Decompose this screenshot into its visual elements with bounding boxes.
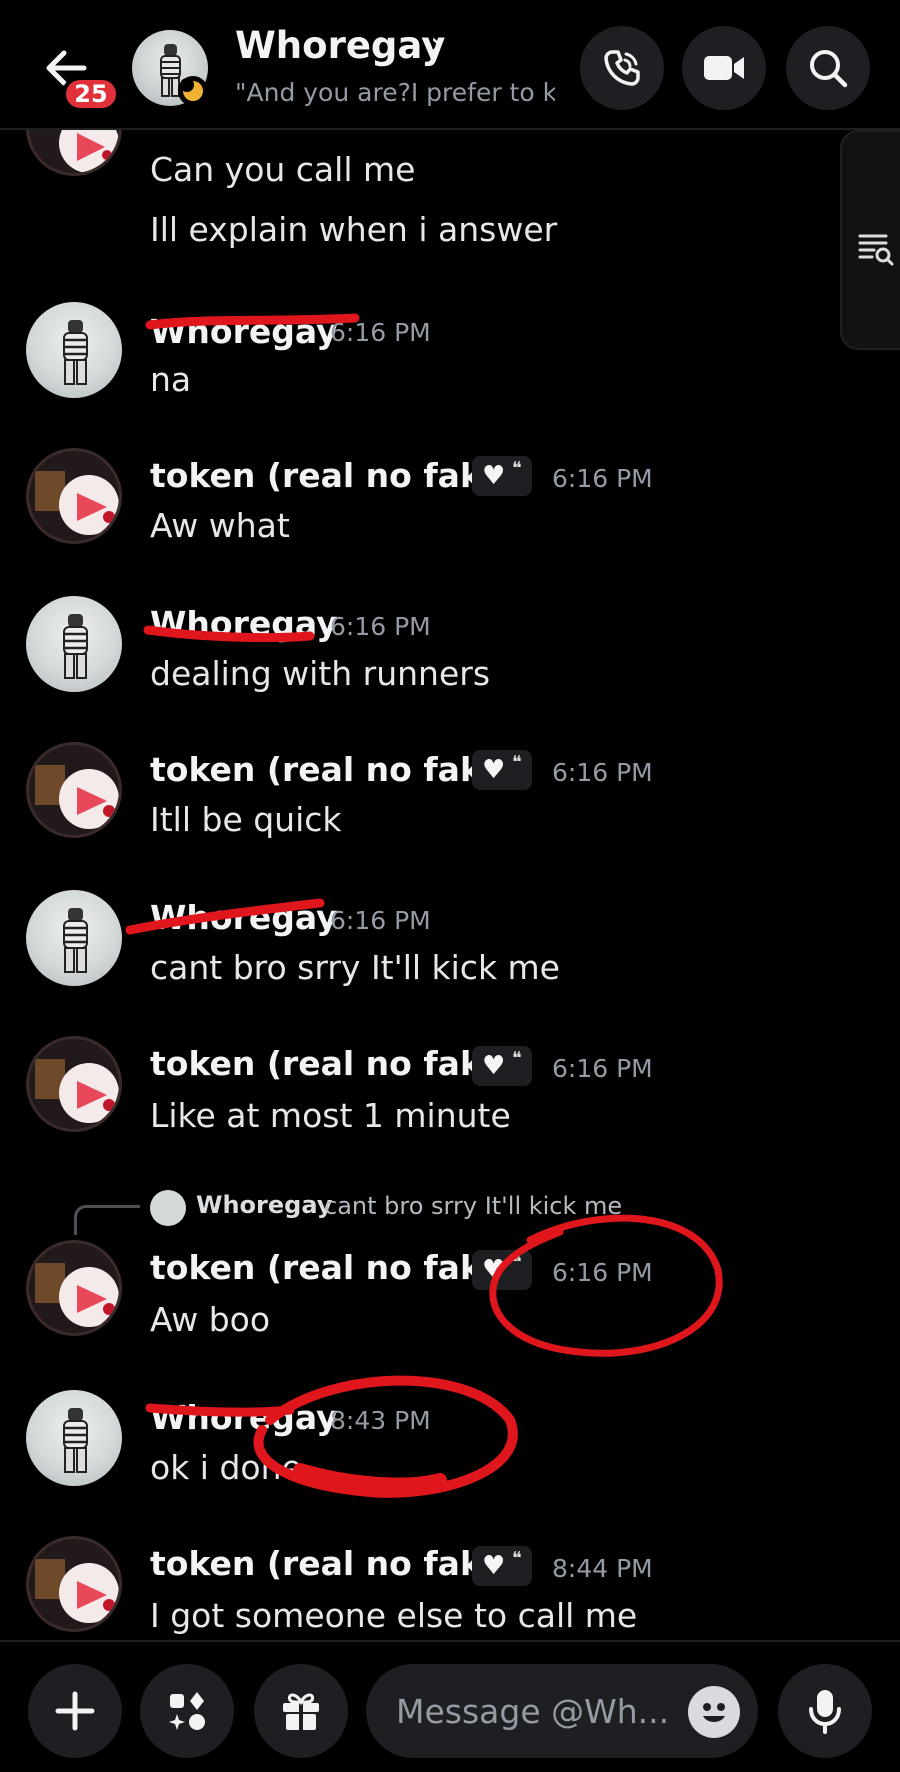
clan-tag[interactable]: ♥ ❝: [472, 1546, 532, 1586]
message-text: Ill explain when i answer: [150, 210, 558, 249]
avatar[interactable]: [26, 1240, 122, 1336]
channel-name[interactable]: Whoregay: [235, 24, 445, 67]
message-timestamp: 6:16 PM: [330, 906, 431, 935]
call-button[interactable]: [580, 26, 664, 110]
message-timestamp: 6:16 PM: [552, 758, 653, 787]
threads-panel-tab[interactable]: [840, 130, 900, 350]
phone-icon: [604, 50, 640, 86]
add-attachment-button[interactable]: [28, 1664, 122, 1758]
apps-icon: [169, 1692, 205, 1730]
message-text: Can you call me: [150, 150, 416, 189]
message-text: dealing with runners: [150, 654, 491, 693]
message-author[interactable]: token (real no fake): [150, 1248, 518, 1287]
message-timestamp: 6:16 PM: [552, 1258, 653, 1287]
message-timestamp: 6:16 PM: [552, 464, 653, 493]
reply-avatar: [150, 1190, 186, 1226]
microphone-icon: [809, 1690, 841, 1734]
message-text: ok i done: [150, 1448, 302, 1487]
message-text: cant bro srry It'll kick me: [150, 948, 560, 987]
message-author[interactable]: Whoregay: [150, 604, 338, 643]
avatar[interactable]: [26, 742, 122, 838]
voice-message-button[interactable]: [778, 1664, 872, 1758]
chevron-right-icon[interactable]: ›: [430, 24, 444, 64]
heart-icon: ♥: [482, 461, 506, 491]
heart-icon: ♥: [482, 1051, 506, 1081]
unread-badge: 25: [62, 76, 120, 112]
avatar[interactable]: [26, 596, 122, 692]
message-text: Like at most 1 minute: [150, 1096, 511, 1135]
chat-header: 25 Whoregay › "And you are?I prefer to k…: [0, 0, 900, 130]
heart-icon: ♥: [482, 1551, 506, 1581]
plus-icon: [55, 1691, 95, 1731]
message-author[interactable]: Whoregay: [150, 898, 338, 937]
message-timestamp: 8:43 PM: [330, 1406, 431, 1435]
emoji-icon: [703, 1703, 725, 1722]
message-text: Itll be quick: [150, 800, 342, 839]
avatar[interactable]: [26, 302, 122, 398]
message-text: na: [150, 360, 192, 399]
idle-status-icon: [178, 76, 208, 106]
list-search-icon: [858, 234, 894, 266]
gift-button[interactable]: [254, 1664, 348, 1758]
reply-connector: [74, 1205, 140, 1235]
message-author[interactable]: Whoregay: [150, 312, 338, 351]
message-timestamp: 6:16 PM: [330, 318, 431, 347]
clan-tag[interactable]: ♥ ❝: [472, 1046, 532, 1086]
reply-author[interactable]: Whoregay: [196, 1191, 332, 1219]
clan-tag[interactable]: ♥ ❝: [472, 1250, 532, 1290]
custom-status: "And you are?I prefer to k...: [235, 78, 555, 107]
composer-bar: [0, 1640, 900, 1772]
message-timestamp: 8:44 PM: [552, 1554, 653, 1583]
message-text: Aw what: [150, 506, 290, 545]
message-author[interactable]: token (real no fake): [150, 1044, 518, 1083]
message-timestamp: 6:16 PM: [552, 1054, 653, 1083]
message-timestamp: 6:16 PM: [330, 612, 431, 641]
avatar[interactable]: [26, 1036, 122, 1132]
message-author[interactable]: token (real no fake): [150, 1544, 518, 1583]
avatar[interactable]: [26, 448, 122, 544]
avatar[interactable]: [26, 890, 122, 986]
apps-button[interactable]: [140, 1664, 234, 1758]
reply-preview[interactable]: cant bro srry It'll kick me: [324, 1192, 622, 1220]
message-text: Aw boo: [150, 1300, 271, 1339]
message-text: I got someone else to call me: [150, 1596, 638, 1635]
gift-icon: [283, 1693, 319, 1730]
avatar[interactable]: [26, 1536, 122, 1632]
message-author[interactable]: token (real no fake): [150, 456, 518, 495]
message-author[interactable]: token (real no fake): [150, 750, 518, 789]
heart-icon: ♥: [482, 755, 506, 785]
avatar[interactable]: [26, 1390, 122, 1486]
clan-tag[interactable]: ♥ ❝: [472, 750, 532, 790]
red-annotation: [125, 313, 723, 1498]
search-icon: [810, 50, 848, 88]
video-call-button[interactable]: [682, 26, 766, 110]
heart-icon: ♥: [482, 1255, 506, 1285]
clan-tag[interactable]: ♥ ❝: [472, 456, 532, 496]
emoji-button[interactable]: [688, 1686, 740, 1738]
video-camera-icon: [704, 56, 744, 80]
search-button[interactable]: [786, 26, 870, 110]
message-author[interactable]: Whoregay: [150, 1398, 338, 1437]
